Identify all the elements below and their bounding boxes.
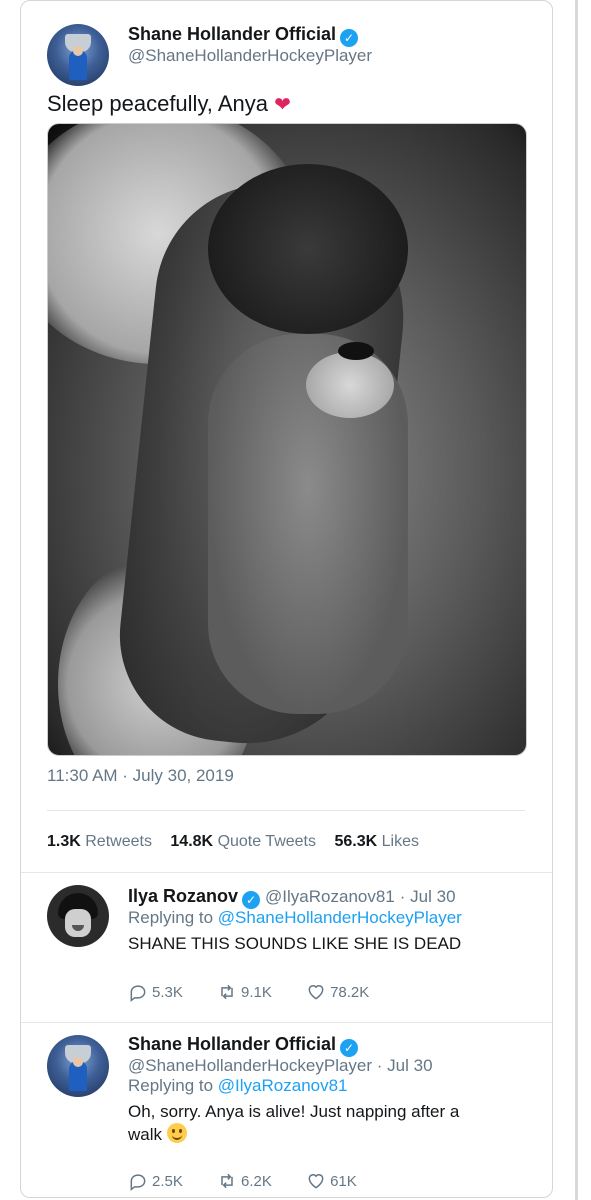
retweets-label: Retweets	[85, 833, 152, 850]
verified-check-icon: ✓	[340, 1039, 359, 1057]
reply-author-line: Ilya Rozanov ✓ @IlyaRozanov81 · Jul 30	[128, 886, 456, 909]
likes-stat[interactable]: 56.3K Likes	[334, 833, 419, 850]
reply-text: SHANE THIS SOUNDS LIKE SHE IS DEAD	[128, 934, 462, 953]
divider	[21, 1022, 552, 1023]
tweet-text-body: Sleep peacefully, Anya	[47, 91, 268, 116]
reply-text-line: Oh, sorry. Anya is alive! Just napping a…	[128, 1102, 460, 1121]
reply-count: 5.3K	[152, 983, 183, 1001]
divider	[21, 872, 552, 873]
tweet-stats: 1.3K Retweets 14.8K Quote Tweets 56.3K L…	[47, 833, 433, 851]
like-count: 61K	[330, 1172, 357, 1190]
retweet-arrows-icon	[221, 1173, 233, 1189]
slightly-smiling-face-emoji-icon	[166, 1123, 187, 1143]
retweets-count: 1.3K	[47, 833, 81, 850]
teddy-bear-snout-graphic	[306, 352, 394, 418]
author-name-text: Shane Hollander Official	[128, 24, 337, 44]
speech-bubble-icon	[130, 1174, 146, 1191]
tweet-text: Sleep peacefully, Anya ❤	[47, 91, 291, 117]
reply-text-line: walk	[128, 1123, 459, 1146]
reply-button[interactable]: 5.3K	[128, 982, 183, 1002]
replying-to-handle[interactable]: @ShaneHollanderHockeyPlayer	[218, 908, 462, 927]
reply-author-name[interactable]: Ilya Rozanov	[128, 886, 238, 906]
likes-count: 56.3K	[334, 833, 378, 850]
avatar-shane[interactable]	[47, 24, 109, 86]
replying-to-line: Replying to @IlyaRozanov81	[128, 1076, 348, 1096]
reply-button[interactable]: 2.5K	[128, 1171, 183, 1191]
divider	[47, 810, 525, 811]
reply-actions: 2.5K 6.2K 61K	[128, 1171, 387, 1195]
avatar-shane[interactable]	[47, 1035, 109, 1097]
retweet-button[interactable]: 6.2K	[217, 1171, 272, 1191]
heart-outline-icon	[308, 985, 324, 1000]
tweet-timestamp[interactable]: 11:30 AM · July 30, 2019	[47, 766, 234, 786]
reply-date[interactable]: · Jul 30	[400, 887, 456, 906]
player-face-graphic	[73, 46, 83, 56]
teddy-bear-nose-graphic	[338, 342, 374, 360]
like-button[interactable]: 78.2K	[306, 982, 369, 1002]
verified-check-icon: ✓	[340, 29, 359, 47]
reply-date[interactable]: · Jul 30	[377, 1056, 433, 1075]
tweet-photo[interactable]	[47, 123, 527, 756]
reply-actions: 5.3K 9.1K 78.2K	[128, 982, 399, 1006]
like-count: 78.2K	[330, 983, 370, 1001]
reply-author-line: Shane Hollander Official ✓	[128, 1034, 359, 1057]
reply-text: Oh, sorry. Anya is alive! Just napping a…	[128, 1100, 459, 1146]
reply-author-handle[interactable]: @IlyaRozanov81	[265, 887, 395, 906]
quote-tweets-stat[interactable]: 14.8K Quote Tweets	[170, 833, 316, 850]
speech-bubble-icon	[130, 985, 146, 1002]
retweet-count: 9.1K	[241, 983, 272, 1001]
quotes-label: Quote Tweets	[217, 833, 316, 850]
heart-outline-icon	[308, 1174, 324, 1189]
reply-text-word: walk	[128, 1125, 163, 1144]
reply-author-name[interactable]: Shane Hollander Official	[128, 1034, 336, 1054]
retweet-count: 6.2K	[241, 1172, 272, 1190]
replying-to-label: Replying to	[128, 908, 214, 927]
author-name[interactable]: Shane Hollander Official ✓	[128, 24, 359, 47]
verified-check-icon: ✓	[242, 891, 261, 909]
reply-handle-line: @ShaneHollanderHockeyPlayer · Jul 30	[128, 1056, 433, 1076]
right-scroll-edge	[575, 0, 578, 1200]
quotes-count: 14.8K	[170, 833, 214, 850]
reply-count: 2.5K	[152, 1172, 183, 1190]
author-handle[interactable]: @ShaneHollanderHockeyPlayer	[128, 46, 372, 66]
replying-to-line: Replying to @ShaneHollanderHockeyPlayer	[128, 908, 462, 928]
dog-head-graphic	[208, 164, 408, 334]
red-heart-emoji-icon: ❤	[274, 94, 291, 116]
retweet-button[interactable]: 9.1K	[217, 982, 272, 1002]
avatar-ilya[interactable]	[47, 885, 109, 947]
retweet-arrows-icon	[221, 984, 233, 1000]
face-graphic	[65, 909, 91, 937]
replying-to-handle[interactable]: @IlyaRozanov81	[218, 1076, 348, 1095]
reply-author-handle[interactable]: @ShaneHollanderHockeyPlayer	[128, 1056, 372, 1075]
player-face-graphic	[73, 1057, 83, 1067]
replying-to-label: Replying to	[128, 1076, 214, 1095]
retweets-stat[interactable]: 1.3K Retweets	[47, 833, 152, 850]
like-button[interactable]: 61K	[306, 1171, 357, 1191]
likes-label: Likes	[381, 833, 419, 850]
